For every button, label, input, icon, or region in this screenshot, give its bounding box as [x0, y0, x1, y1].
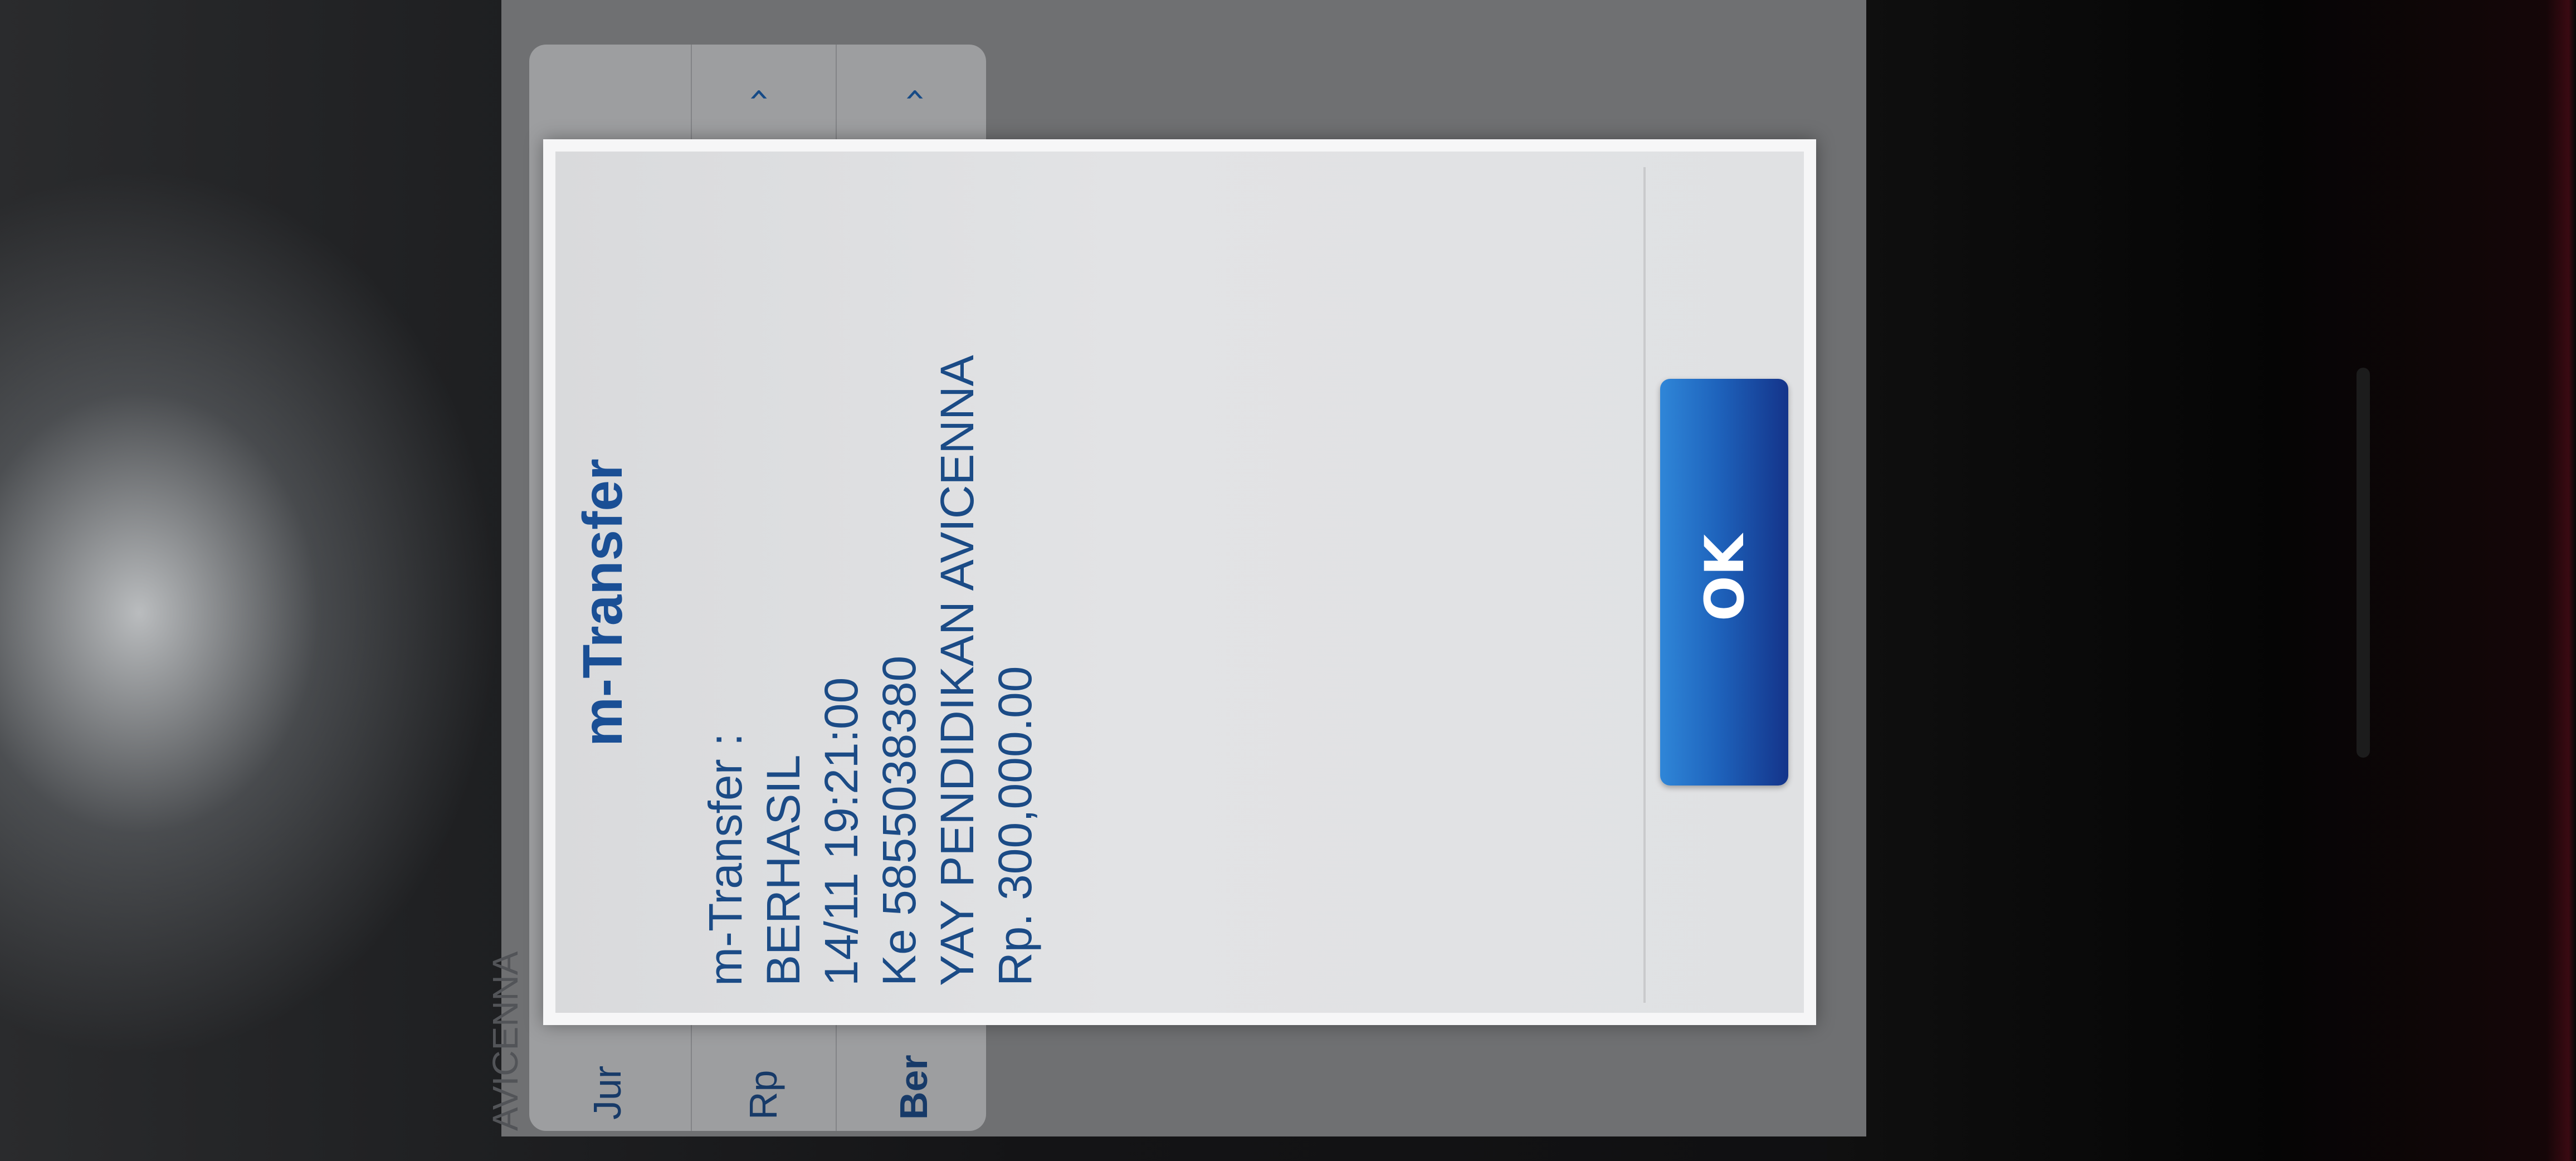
photo-scene: › › AVICENNA Jur Rp Ber m-Transfer m-Tra…	[0, 0, 2576, 1161]
message-line: m-Transfer :	[699, 733, 752, 986]
message-line: YAY PENDIDIKAN AVICENNA	[931, 355, 983, 986]
phone-frame	[1827, 0, 2576, 1161]
chevron-up-icon[interactable]: ›	[735, 72, 780, 117]
background-row-label: Jur	[586, 1065, 629, 1120]
chevron-up-icon[interactable]: ›	[891, 72, 936, 117]
message-line: BERHASIL	[757, 754, 809, 987]
background-row-label: Rp	[741, 1070, 785, 1120]
message-line: 14/11 19:21:00	[815, 677, 867, 986]
background-faded-label: AVICENNA	[485, 951, 525, 1131]
phone-speaker	[2357, 368, 2370, 758]
message-line: Rp. 300,000.00	[989, 666, 1041, 986]
light-glare	[0, 167, 501, 1058]
ok-button-label: OK	[1694, 534, 1756, 621]
dialog-message: m-Transfer : BERHASIL 14/11 19:21:00 Ke …	[696, 355, 1044, 986]
dialog-divider	[1643, 167, 1646, 1003]
background-row-label: Ber	[892, 1055, 935, 1120]
message-line: Ke 5855038380	[873, 655, 925, 986]
dialog-title: m-Transfer	[572, 458, 634, 747]
